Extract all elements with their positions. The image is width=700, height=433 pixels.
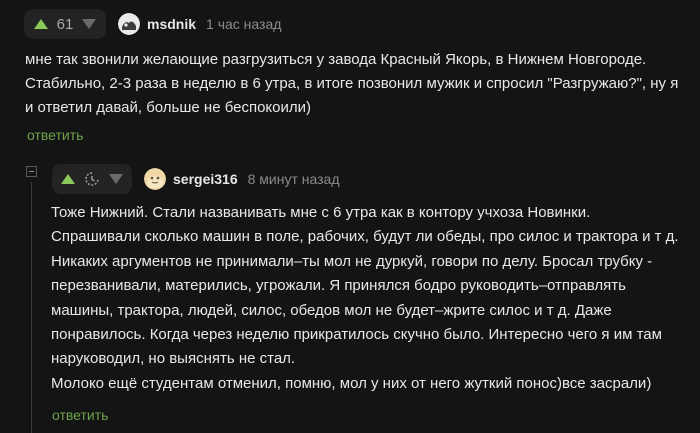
username[interactable]: msdnik <box>147 16 196 32</box>
reply-button[interactable]: ответить <box>27 127 83 143</box>
comment-line: перезванивали, матерились, угрожали. Я п… <box>51 277 626 295</box>
timestamp[interactable]: 8 минут назад <box>248 171 340 187</box>
comment-header: sergei316 8 минут назад <box>52 163 340 195</box>
comment-line: Молоко ещё студентам отменил, помню, мол… <box>51 374 652 392</box>
comment-text: мне так звонили желающие разгрузиться у … <box>25 51 679 116</box>
vote-box <box>52 164 132 194</box>
downvote-icon[interactable] <box>109 174 123 184</box>
pending-rating-icon <box>84 171 100 187</box>
comment-line: Тоже Нижний. Стали названивать мне с 6 у… <box>51 204 591 221</box>
avatar-image-icon <box>144 168 166 190</box>
comment-line: Никаких аргументов не принимали–ты мол н… <box>51 252 653 270</box>
avatar[interactable] <box>144 168 166 190</box>
vote-box: 61 <box>24 9 106 39</box>
comment-line: машины, трактора, людей, силос, обедов м… <box>51 301 612 319</box>
thread-line[interactable] <box>31 182 32 433</box>
upvote-icon[interactable] <box>61 174 75 184</box>
comment-text: Тоже Нижний. Стали названивать мне с 6 у… <box>51 201 691 396</box>
comment-line: наруководил, но выяснять не стал. <box>51 350 296 368</box>
avatar-image-icon <box>118 13 140 35</box>
comment-line: понравилось. Когда через неделю прикрати… <box>51 326 662 344</box>
comments-page: 61 msdnik 1 час назад мне так звонили же… <box>0 0 700 433</box>
rating-score: 61 <box>56 15 74 33</box>
avatar[interactable] <box>118 13 140 35</box>
username[interactable]: sergei316 <box>173 171 238 187</box>
downvote-icon[interactable] <box>82 19 96 29</box>
timestamp[interactable]: 1 час назад <box>206 16 281 32</box>
comment-header: 61 msdnik 1 час назад <box>24 8 281 40</box>
upvote-icon[interactable] <box>34 19 48 29</box>
reply-button[interactable]: ответить <box>52 407 108 423</box>
comment-line: Спрашивали сколько машин в поле, рабочих… <box>51 228 679 246</box>
collapse-icon[interactable] <box>26 166 37 177</box>
